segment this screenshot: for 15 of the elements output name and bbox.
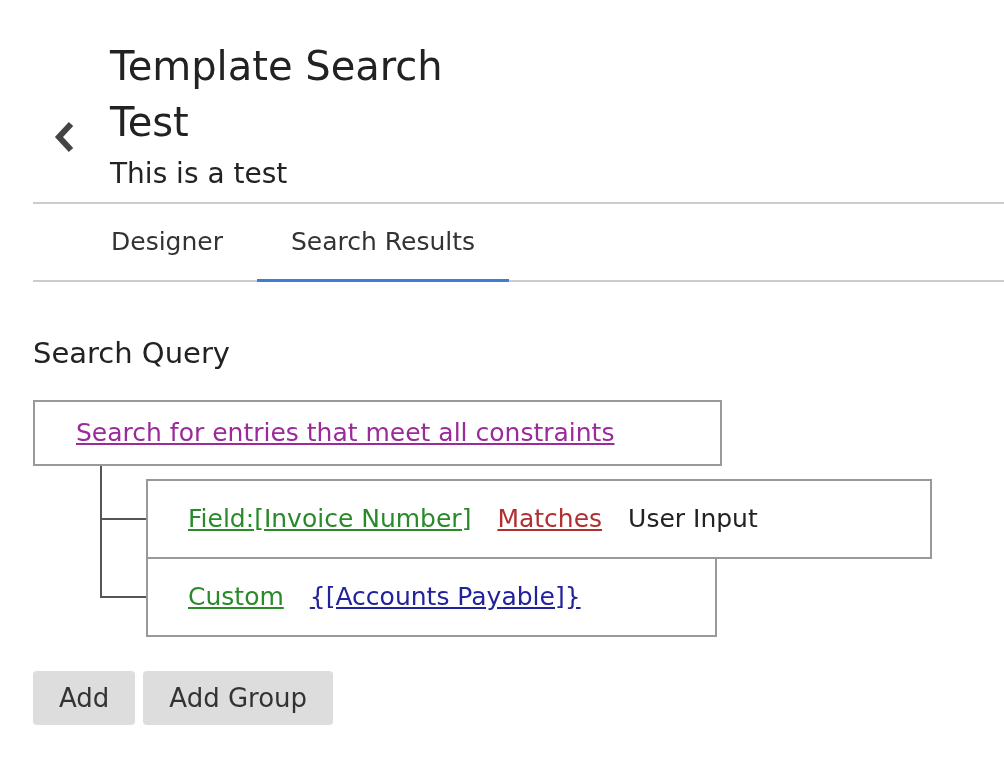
query-root-link[interactable]: Search for entries that meet all constraints <box>76 414 615 452</box>
add-button[interactable]: Add Group <box>143 671 334 725</box>
condition-value: User Input <box>628 503 758 536</box>
section-title: Search Query <box>33 335 231 372</box>
page-subtitle: This is a test <box>110 156 289 192</box>
tree-line <box>100 466 102 479</box>
condition-expression-link[interactable]: {[Accounts Payable]} <box>309 578 581 616</box>
condition-field-link[interactable]: Field:[Invoice Number] <box>188 500 472 538</box>
condition-operator-link[interactable]: Matches <box>497 500 603 538</box>
page-title: Template Search Test <box>110 42 444 147</box>
condition-field-link[interactable]: Custom <box>188 578 284 616</box>
tab[interactable]: Designer <box>77 204 257 282</box>
add-button[interactable]: Add <box>33 671 136 725</box>
back-icon[interactable] <box>53 120 75 154</box>
tab[interactable]: Search Results <box>257 204 510 282</box>
